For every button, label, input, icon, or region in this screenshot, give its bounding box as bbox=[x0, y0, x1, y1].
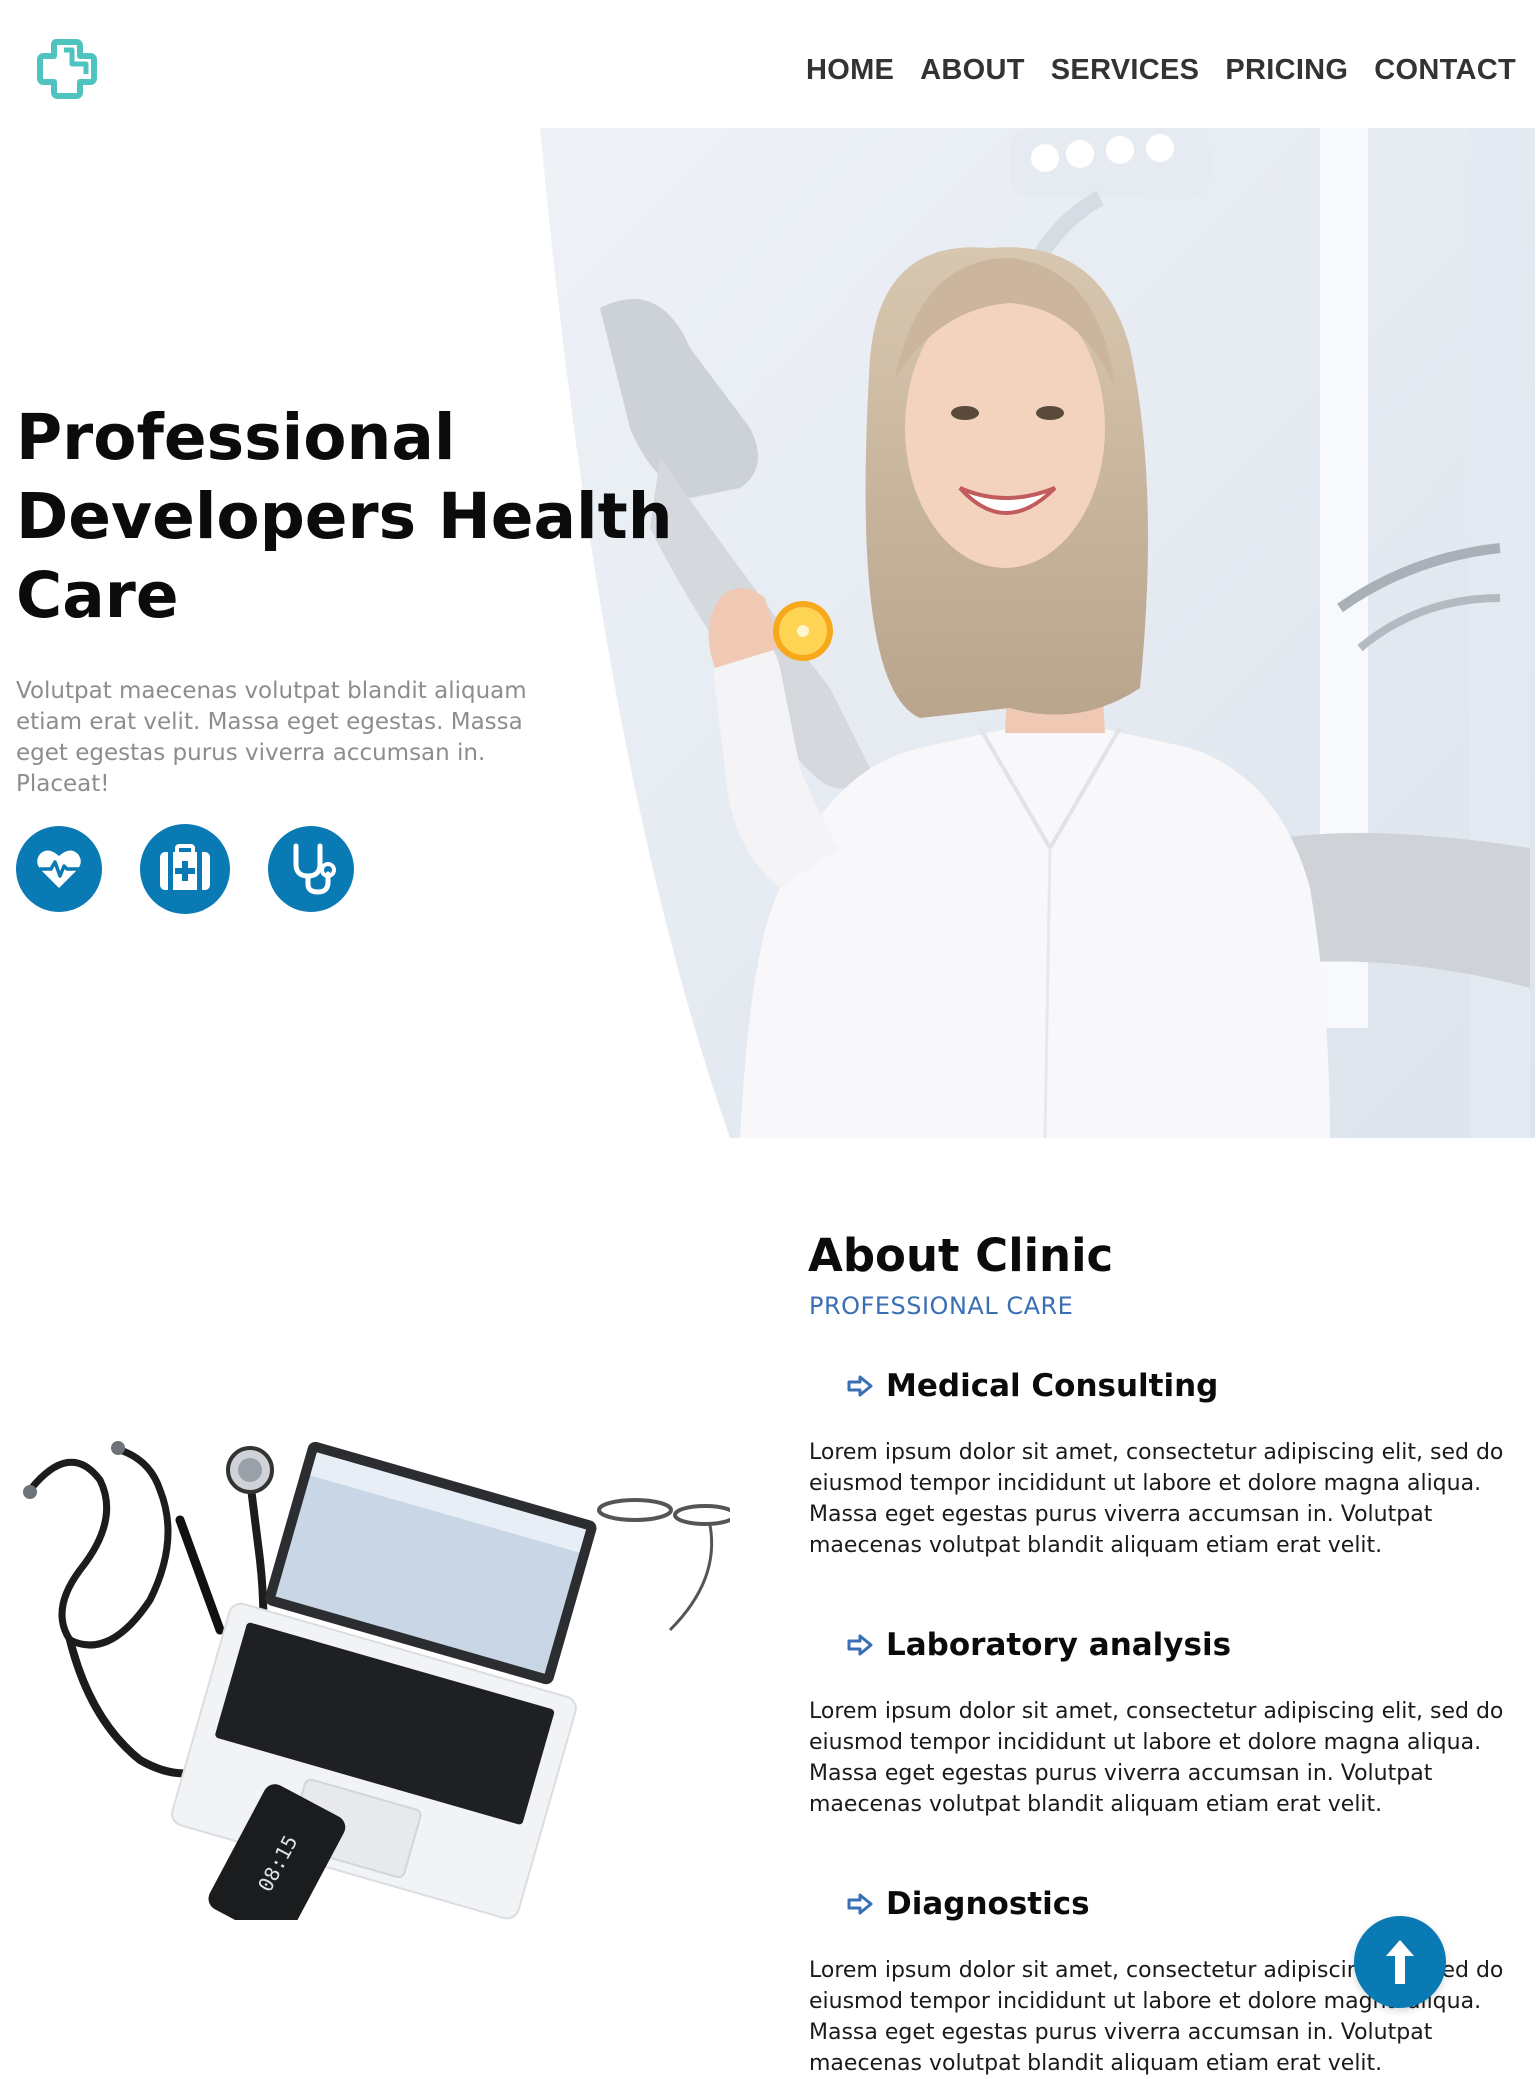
service-description: Lorem ipsum dolor sit amet, consectetur … bbox=[809, 1699, 1504, 1817]
arrow-up-icon bbox=[1386, 1940, 1414, 1984]
nav-home[interactable]: HOME bbox=[806, 54, 894, 87]
stethoscope-icon bbox=[293, 843, 336, 895]
first-aid-button[interactable] bbox=[140, 824, 230, 914]
service-title-text: Laboratory analysis bbox=[886, 1627, 1232, 1663]
stethoscope-button[interactable] bbox=[268, 826, 354, 912]
first-aid-kit-icon bbox=[160, 844, 210, 890]
heartbeat-icon bbox=[37, 850, 81, 888]
service-title-text: Medical Consulting bbox=[886, 1368, 1219, 1404]
main-nav: HOME ABOUT SERVICES PRICING CONTACT bbox=[806, 54, 1516, 87]
service-title: Medical Consulting bbox=[846, 1366, 1218, 1406]
nav-contact[interactable]: CONTACT bbox=[1374, 54, 1516, 87]
heartbeat-button[interactable] bbox=[16, 826, 102, 912]
arrow-right-icon bbox=[846, 1375, 874, 1397]
service-description: Lorem ipsum dolor sit amet, consectetur … bbox=[809, 1440, 1504, 1558]
hero-description: Volutpat maecenas volutpat blandit aliqu… bbox=[16, 678, 527, 797]
nav-about[interactable]: ABOUT bbox=[920, 54, 1025, 87]
about-subtitle: PROFESSIONAL CARE bbox=[809, 1292, 1074, 1320]
nav-services[interactable]: SERVICES bbox=[1051, 54, 1200, 87]
service-title: Laboratory analysis bbox=[846, 1625, 1231, 1665]
about-title: About Clinic bbox=[808, 1229, 1114, 1282]
site-logo[interactable] bbox=[34, 36, 100, 102]
hero-title: Professional Developers Health Care bbox=[16, 401, 673, 632]
nav-pricing[interactable]: PRICING bbox=[1225, 54, 1348, 87]
service-title: Diagnostics bbox=[846, 1884, 1090, 1924]
service-title-text: Diagnostics bbox=[886, 1886, 1090, 1922]
arrow-right-icon bbox=[846, 1634, 874, 1656]
back-to-top-button[interactable] bbox=[1354, 1916, 1446, 2008]
about-image: 08:15 bbox=[10, 1400, 737, 1942]
arrow-right-icon bbox=[846, 1893, 874, 1915]
medical-cross-icon bbox=[37, 39, 97, 99]
